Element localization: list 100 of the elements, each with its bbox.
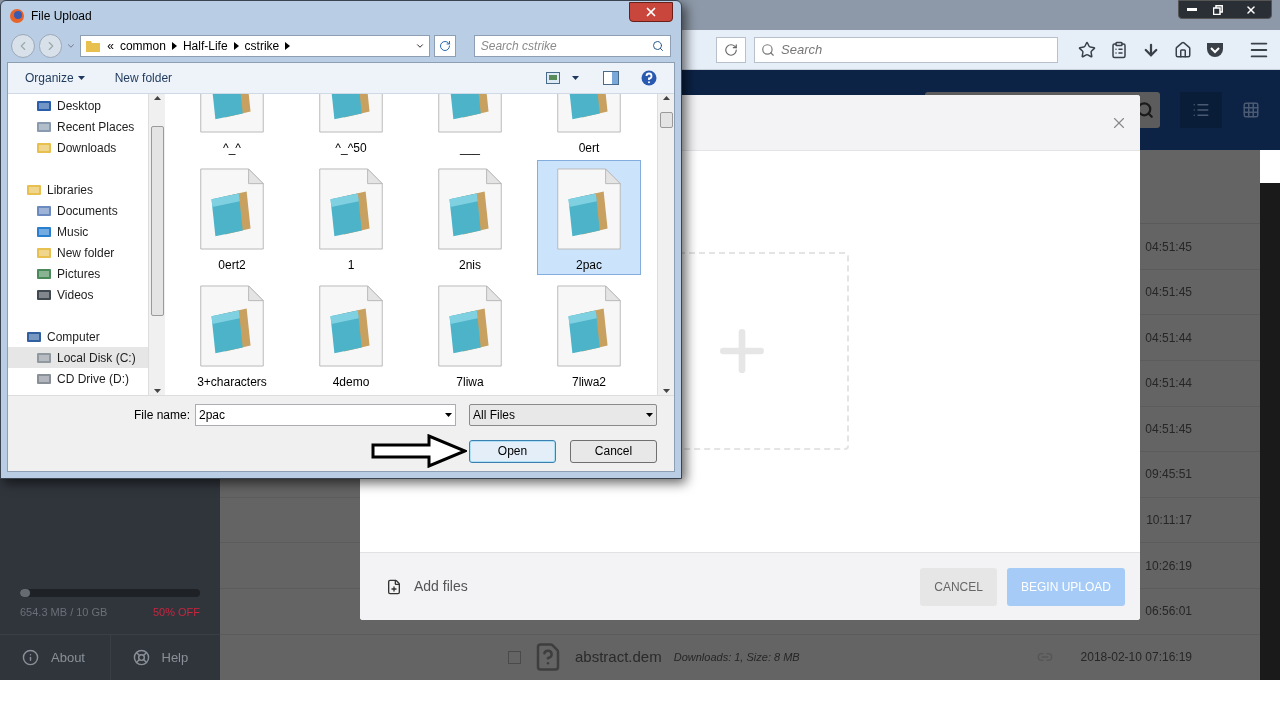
time-cell-text: 04:51:45 <box>1145 238 1192 256</box>
nav-item[interactable]: Computer <box>8 326 148 347</box>
help-icon <box>641 70 657 86</box>
nav-item[interactable]: Music <box>8 221 148 242</box>
file-name-field[interactable]: 2pac <box>195 404 456 426</box>
caret-icon <box>77 76 85 80</box>
notepad-file-icon <box>199 285 265 367</box>
lifebuoy-icon <box>132 649 150 666</box>
notepad-file-icon <box>199 168 265 250</box>
breadcrumb[interactable]: common <box>119 37 166 55</box>
close-button[interactable] <box>629 1 673 22</box>
refresh-button[interactable] <box>434 35 456 57</box>
file-name: 7liwa2 <box>572 374 606 391</box>
breadcrumb[interactable]: Half-Life <box>182 37 228 55</box>
file-tile[interactable]: 2nis <box>418 160 522 275</box>
list-icon <box>1192 101 1210 119</box>
file-tile[interactable]: 0ert <box>537 94 641 158</box>
notepad-file-icon <box>318 285 384 367</box>
file-tile[interactable]: 3+characters <box>180 277 284 392</box>
time-cell-text: 04:51:45 <box>1145 420 1192 438</box>
file-tile[interactable]: 0ert2 <box>180 160 284 275</box>
time-cell-text: 06:56:01 <box>1145 603 1192 621</box>
breadcrumb-arrow-icon <box>233 42 239 50</box>
time-cell-text: 04:51:45 <box>1145 284 1192 302</box>
dropdown-caret-icon <box>445 413 452 417</box>
breadcrumb-overflow[interactable]: « <box>107 37 114 55</box>
file-name: 3+characters <box>197 374 267 391</box>
reload-icon <box>724 42 738 57</box>
nav-item[interactable]: Documents <box>8 200 148 221</box>
file-name: 2pac <box>576 257 602 274</box>
scroll-down-icon <box>662 389 670 393</box>
file-tile[interactable]: 7liwa2 <box>537 277 641 392</box>
row-checkbox[interactable] <box>508 650 521 664</box>
scroll-up-icon <box>153 96 161 100</box>
notepad-file-icon <box>437 285 503 367</box>
new-folder-button[interactable]: New folder <box>114 69 173 87</box>
scrollbar-thumb[interactable] <box>659 112 673 128</box>
file-name: 7liwa <box>456 374 484 391</box>
file-tile[interactable]: 2pac <box>537 160 641 275</box>
caret-icon <box>572 76 579 80</box>
file-plus-icon <box>386 578 402 595</box>
file-name: ___ <box>460 140 480 157</box>
reading-list-icon[interactable] <box>1110 40 1128 59</box>
nav-item[interactable]: Downloads <box>8 137 148 158</box>
file-tile[interactable]: ^_^50 <box>299 94 403 158</box>
time-cell-text: 04:51:44 <box>1145 329 1192 347</box>
address-bar[interactable]: « common Half-Life cstrike <box>80 35 431 57</box>
add-files-button[interactable]: Add files <box>386 576 468 597</box>
notepad-file-icon <box>437 168 503 250</box>
open-button[interactable]: Open <box>469 439 556 463</box>
file-name: 0ert <box>578 140 600 157</box>
notepad-file-icon <box>318 168 384 250</box>
preview-pane-icon <box>603 71 619 85</box>
breadcrumb-arrow-icon <box>285 42 291 50</box>
file-meta: Downloads: 1, Size: 8 MB <box>673 650 800 666</box>
time-cell-text: 09:45:51 <box>1145 466 1192 484</box>
search-field[interactable]: Search cstrike <box>473 35 671 57</box>
time-cell-text: 10:26:19 <box>1145 557 1192 575</box>
nav-item[interactable]: Recent Places <box>8 116 148 137</box>
file-tile[interactable]: ___ <box>418 94 522 158</box>
dropdown-caret-icon <box>415 41 426 51</box>
nav-item[interactable]: Local Disk (C:) <box>8 347 148 368</box>
home-icon[interactable] <box>1174 40 1192 59</box>
pocket-icon[interactable] <box>1206 41 1224 58</box>
nav-item[interactable]: CD Drive (D:) <box>8 368 148 389</box>
sidebar-link[interactable]: About <box>0 635 110 680</box>
file-name: abstract.dem <box>575 647 662 668</box>
nav-item[interactable]: Libraries <box>8 179 148 200</box>
cancel-button[interactable]: Cancel <box>570 439 657 463</box>
file-name: 0ert2 <box>218 257 246 274</box>
info-icon <box>22 649 39 666</box>
search-field[interactable]: Search <box>754 36 1058 63</box>
star-icon[interactable] <box>1078 40 1096 59</box>
organize-menu[interactable]: Organize <box>25 69 85 87</box>
grid-view-icon[interactable] <box>1242 101 1260 119</box>
cancel-button[interactable]: CANCEL <box>920 567 997 606</box>
notepad-file-icon <box>556 168 622 250</box>
file-tile[interactable]: ^_^ <box>180 94 284 158</box>
search-icon <box>761 42 775 57</box>
file-tile[interactable]: 4demo <box>299 277 403 392</box>
minimize-icon <box>1187 8 1197 11</box>
dropdown-caret-icon <box>646 413 653 417</box>
reload-button[interactable] <box>716 36 746 63</box>
nav-item[interactable]: Pictures <box>8 263 148 284</box>
scrollbar-thumb[interactable] <box>150 126 164 316</box>
file-tile[interactable]: 7liwa <box>418 277 522 392</box>
file-type-select[interactable]: All Files <box>469 404 657 426</box>
date-cell-text: 2018-02-10 07:16:19 <box>1080 649 1192 667</box>
nav-item[interactable]: Desktop <box>8 95 148 116</box>
history-caret-icon <box>66 41 77 51</box>
file-tile[interactable]: 1 <box>299 160 403 275</box>
nav-item[interactable]: New folder <box>8 242 148 263</box>
notepad-file-icon <box>556 285 622 367</box>
view-icon <box>546 72 560 84</box>
search-icon <box>652 40 664 52</box>
storage-text: 654.3 MB / 10 GB <box>20 604 108 620</box>
nav-item[interactable]: Videos <box>8 284 148 305</box>
scroll-down-icon <box>153 389 161 393</box>
breadcrumb-arrow-icon <box>171 42 177 50</box>
breadcrumb[interactable]: cstrike <box>244 37 280 55</box>
